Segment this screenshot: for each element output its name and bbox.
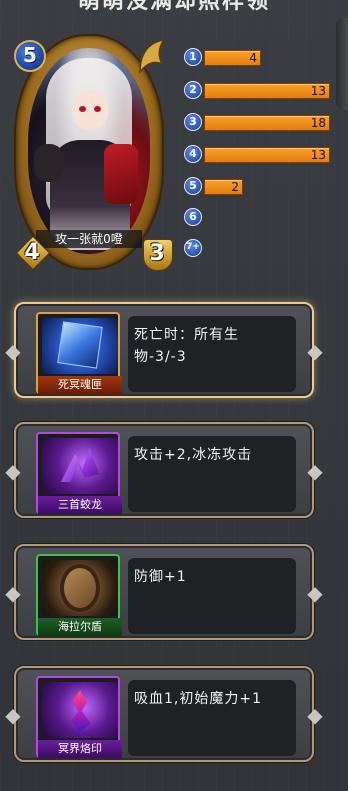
cost-circle-icon: 5 xyxy=(184,177,202,195)
card-health-badge: 3 xyxy=(142,238,173,271)
effect-description: 吸血1,初始魔力+1 xyxy=(128,680,296,756)
diamond-ornament-icon: ◆ xyxy=(5,339,21,363)
effect-row[interactable]: ◆ ◆ 海拉尔盾 防御+1 xyxy=(5,544,323,640)
mana-curve-count: 4 xyxy=(249,51,257,65)
wooden-shield-icon xyxy=(42,560,118,616)
mana-curve-row: 14 xyxy=(184,48,334,68)
cost-circle-icon: 6 xyxy=(184,208,202,226)
effect-item-slot[interactable]: 冥界烙印 xyxy=(36,676,122,758)
mana-curve-row: 3 18 xyxy=(184,113,334,133)
effect-item-slot[interactable]: 三首蛟龙 xyxy=(36,432,122,514)
effect-item-slot[interactable]: 死冥魂匣 xyxy=(36,312,122,394)
mana-curve-row: 2 13 xyxy=(184,81,334,101)
effect-item-name: 三首蛟龙 xyxy=(38,496,122,514)
diamond-ornament-icon: ◆ xyxy=(307,339,323,363)
card-portrait xyxy=(28,48,150,254)
effect-row[interactable]: ◆ ◆ 冥界烙印 吸血1,初始魔力+1 xyxy=(5,666,323,762)
cost-circle-icon: 7+ xyxy=(184,239,202,257)
effect-description: 死亡时：所有生物-3/-3 xyxy=(128,316,296,392)
diamond-ornament-icon: ◆ xyxy=(5,703,21,727)
cost-circle-icon: 2 xyxy=(184,81,202,99)
diamond-ornament-icon: ◆ xyxy=(307,581,323,605)
effect-item-slot[interactable]: 海拉尔盾 xyxy=(36,554,122,636)
mana-curve-row: 52 xyxy=(184,177,334,197)
page-title: 萌萌没满却照样领 xyxy=(77,0,270,14)
side-panel-edge[interactable] xyxy=(336,18,348,110)
diamond-ornament-icon: ◆ xyxy=(307,703,323,727)
effect-item-name: 海拉尔盾 xyxy=(38,618,122,636)
cost-circle-icon: 3 xyxy=(184,113,202,131)
effect-row[interactable]: ◆ ◆ 三首蛟龙 攻击+2,冰冻攻击 xyxy=(5,422,323,518)
diamond-ornament-icon: ◆ xyxy=(307,459,323,483)
mana-curve-row: 4 13 xyxy=(184,145,334,165)
diamond-ornament-icon: ◆ xyxy=(5,581,21,605)
mana-curve-count: 13 xyxy=(310,148,326,162)
effect-row[interactable]: ◆ ◆ 死冥魂匣 死亡时：所有生物-3/-3 xyxy=(5,302,323,398)
mana-curve-row: 7+ xyxy=(184,239,334,259)
card-attack-badge: 4 xyxy=(16,238,48,268)
mana-curve-count: 2 xyxy=(231,180,239,194)
effect-description: 防御+1 xyxy=(128,558,296,634)
mana-curve-count: 13 xyxy=(310,84,326,98)
cost-circle-icon: 1 xyxy=(184,48,202,66)
effect-description: 攻击+2,冰冻攻击 xyxy=(128,436,296,512)
card-name: 攻一张就0噔 xyxy=(36,230,142,248)
blue-soul-cube-icon xyxy=(42,318,118,374)
mana-curve-count: 18 xyxy=(310,116,326,130)
mana-curve-row: 6 xyxy=(184,208,334,228)
cost-circle-icon: 4 xyxy=(184,145,202,163)
diamond-ornament-icon: ◆ xyxy=(5,459,21,483)
purple-claw-icon xyxy=(42,438,118,494)
card-cost-gem: 5 xyxy=(14,40,46,72)
effect-item-name: 冥界烙印 xyxy=(38,740,122,758)
mana-curve: 1 4 2 13 3 18 4 13 5 2 6 7+ xyxy=(184,48,334,258)
hero-card[interactable]: 攻一张就0噔 5 4 3 xyxy=(8,36,173,271)
effect-item-name: 死冥魂匣 xyxy=(38,376,122,394)
frame-ornament-icon xyxy=(139,39,166,74)
underworld-sigil-icon xyxy=(42,682,118,738)
